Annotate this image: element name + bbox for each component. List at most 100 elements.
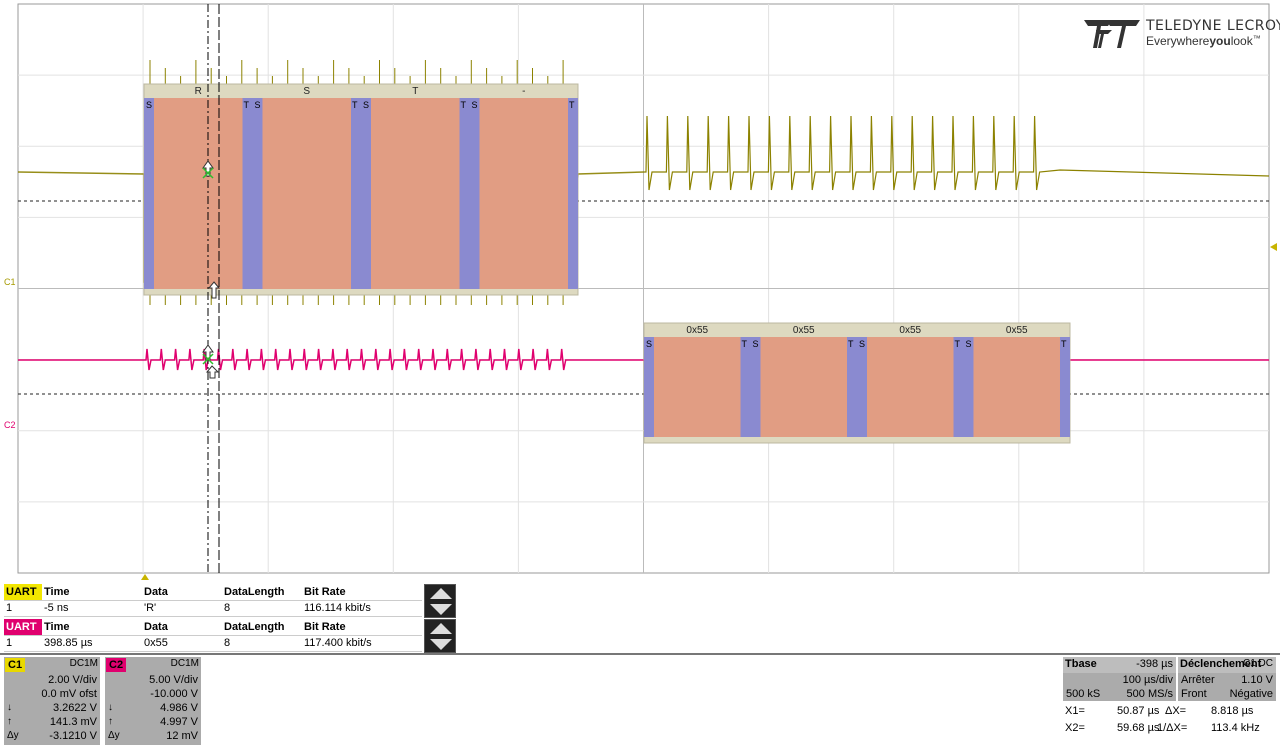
delta-y-label: Δy xyxy=(7,730,19,741)
row-datalength: 8 xyxy=(222,600,302,617)
ch1-ground-marker[interactable]: C1 xyxy=(4,277,16,287)
column-header-bitrate[interactable]: Bit Rate xyxy=(302,584,422,601)
ch1-offset: 0.0 mV ofst xyxy=(41,688,97,700)
trigger-row: Arrêter 1.10 V xyxy=(1178,673,1276,687)
scroll-down-icon[interactable] xyxy=(430,604,452,615)
row-data: 'R' xyxy=(142,600,222,617)
decode-start-label: S xyxy=(255,100,261,110)
table-1-scroll-control[interactable] xyxy=(424,584,456,618)
tagline-part: you xyxy=(1209,34,1231,48)
decode-data-field xyxy=(154,98,243,289)
scroll-up-icon[interactable] xyxy=(430,623,452,634)
trigger-level: 1.10 V xyxy=(1241,674,1273,686)
trigger-level-marker-icon[interactable] xyxy=(1270,243,1277,251)
decode-stop-label: T xyxy=(1061,339,1067,349)
trigger-mode: Arrêter xyxy=(1181,674,1215,686)
x2-value: 59.68 µs xyxy=(1117,722,1160,734)
column-header-data[interactable]: Data xyxy=(142,619,222,636)
tagline-part: look xyxy=(1230,34,1253,48)
table-header-row: UART Time Data DataLength Bit Rate xyxy=(4,619,422,636)
timebase-tdiv: 100 µs/div xyxy=(1122,674,1173,686)
ch1-decode-overlay: S TRS TSS TTS T- xyxy=(143,83,579,296)
trigger-position-marker-icon[interactable] xyxy=(141,574,149,580)
teledyne-lecroy-logo: TELEDYNE LECROY Everywhereyoulook™ xyxy=(1082,16,1280,50)
ch2-row: ↓ 4.986 V xyxy=(105,701,201,715)
timebase-descriptor[interactable]: Tbase -398 µs 100 µs/div 500 kS 500 MS/s xyxy=(1063,657,1176,701)
ch1-delta-y: -3.1210 V xyxy=(49,730,97,742)
uart-decode-table-2[interactable]: UART Time Data DataLength Bit Rate 1 398… xyxy=(4,619,422,652)
decode-char-label: 0x55 xyxy=(686,325,708,336)
decode-start-bit xyxy=(644,337,654,437)
tagline-part: Everywhere xyxy=(1146,34,1210,48)
decode-data-field xyxy=(371,98,460,289)
ch2-descriptor[interactable]: C2 DC1M 5.00 V/div -10.000 V ↓ 4.986 V ↑ 4… xyxy=(105,657,201,745)
trigger-descriptor[interactable]: Déclenchement C1 DC Arrêter 1.10 V Front N… xyxy=(1178,657,1276,701)
up-arrow-icon: ↑ xyxy=(7,716,12,727)
decode-data-field xyxy=(973,337,1060,437)
ch2-delta-y: 12 mV xyxy=(166,730,198,742)
column-header-datalength[interactable]: DataLength xyxy=(222,619,302,636)
timebase-samples: 500 kS xyxy=(1066,688,1101,700)
ch1-row: 0.0 mV ofst xyxy=(4,687,100,701)
table-row[interactable]: 1 -5 ns 'R' 8 116.114 kbit/s xyxy=(4,600,422,617)
ch1-row: Δy -3.1210 V xyxy=(4,729,100,743)
tagline-tm: ™ xyxy=(1252,34,1261,43)
table-row[interactable]: 1 398.85 µs 0x55 8 117.400 kbit/s xyxy=(4,635,422,652)
brand-name: TELEDYNE LECROY xyxy=(1146,18,1280,34)
down-arrow-icon: ↓ xyxy=(108,702,113,713)
waveform-display[interactable]: S TRS TSS TTS T- S T0x55S T0x55S T0x55S T0x55 xyxy=(0,0,1280,580)
column-header-datalength[interactable]: DataLength xyxy=(222,584,302,601)
decode-start-bit xyxy=(857,337,867,437)
decoder-tag[interactable]: UART xyxy=(4,619,42,636)
uart-decode-table-1[interactable]: UART Time Data DataLength Bit Rate 1 -5 … xyxy=(4,584,422,617)
decode-char-label: 0x55 xyxy=(1006,325,1028,336)
column-header-time[interactable]: Time xyxy=(42,584,142,601)
cursor-readouts[interactable]: X1= 50.87 µs ΔX= 8.818 µs X2= 59.68 µs 1… xyxy=(1063,703,1276,737)
decode-stop-label: T xyxy=(569,100,575,110)
ch2-offset: -10.000 V xyxy=(150,688,198,700)
column-header-time[interactable]: Time xyxy=(42,619,142,636)
ch2-row: ↑ 4.997 V xyxy=(105,715,201,729)
row-index: 1 xyxy=(4,600,42,617)
scroll-up-icon[interactable] xyxy=(430,588,452,599)
ch1-descriptor[interactable]: C1 DC1M 2.00 V/div 0.0 mV ofst ↓ 3.2622 V… xyxy=(4,657,100,745)
ch2-coupling: DC1M xyxy=(170,658,199,669)
ch2-badge[interactable]: C2 xyxy=(106,658,127,672)
decode-start-bit xyxy=(750,337,761,437)
decode-char-label: T xyxy=(412,86,418,97)
row-datalength: 8 xyxy=(222,635,302,652)
row-bitrate: 117.400 kbit/s xyxy=(302,635,422,652)
table-2-scroll-control[interactable] xyxy=(424,619,456,653)
timebase-row: 500 kS 500 MS/s xyxy=(1063,687,1176,701)
x1-label: X1= xyxy=(1065,705,1085,717)
ch1-badge[interactable]: C1 xyxy=(5,658,26,672)
column-header-data[interactable]: Data xyxy=(142,584,222,601)
decode-start-label: S xyxy=(363,100,369,110)
ch1-row: ↑ 141.3 mV xyxy=(4,715,100,729)
decode-stop-label: T xyxy=(461,100,467,110)
x1-value: 50.87 µs xyxy=(1117,705,1160,717)
dx-label: ΔX= xyxy=(1165,705,1187,717)
ch2-row: Δy 12 mV xyxy=(105,729,201,743)
ch1-coupling: DC1M xyxy=(69,658,98,669)
decode-data-field xyxy=(867,337,954,437)
ch2-cursor-down: 4.986 V xyxy=(160,702,198,714)
trigger-header: Déclenchement C1 DC xyxy=(1178,657,1276,673)
cursor-row: X2= 59.68 µs 1/ΔX= 113.4 kHz xyxy=(1063,720,1276,737)
decode-start-bit xyxy=(361,98,371,289)
trigger-row: Front Négative xyxy=(1178,687,1276,701)
timebase-row: 100 µs/div xyxy=(1063,673,1176,687)
scroll-down-icon[interactable] xyxy=(430,639,452,650)
column-header-bitrate[interactable]: Bit Rate xyxy=(302,619,422,636)
decode-stop-bit xyxy=(1060,337,1070,437)
down-arrow-icon: ↓ xyxy=(7,702,12,713)
delta-y-label: Δy xyxy=(108,730,120,741)
ch2-ground-marker[interactable]: C2 xyxy=(4,420,16,430)
ch2-vdiv: 5.00 V/div xyxy=(149,674,198,686)
decode-stop-label: T xyxy=(848,339,854,349)
decoder-tag[interactable]: UART xyxy=(4,584,42,601)
decode-stop-bit xyxy=(740,337,751,437)
decode-start-label: S xyxy=(859,339,865,349)
row-bitrate: 116.114 kbit/s xyxy=(302,600,422,617)
trigger-type: Front xyxy=(1181,688,1207,700)
